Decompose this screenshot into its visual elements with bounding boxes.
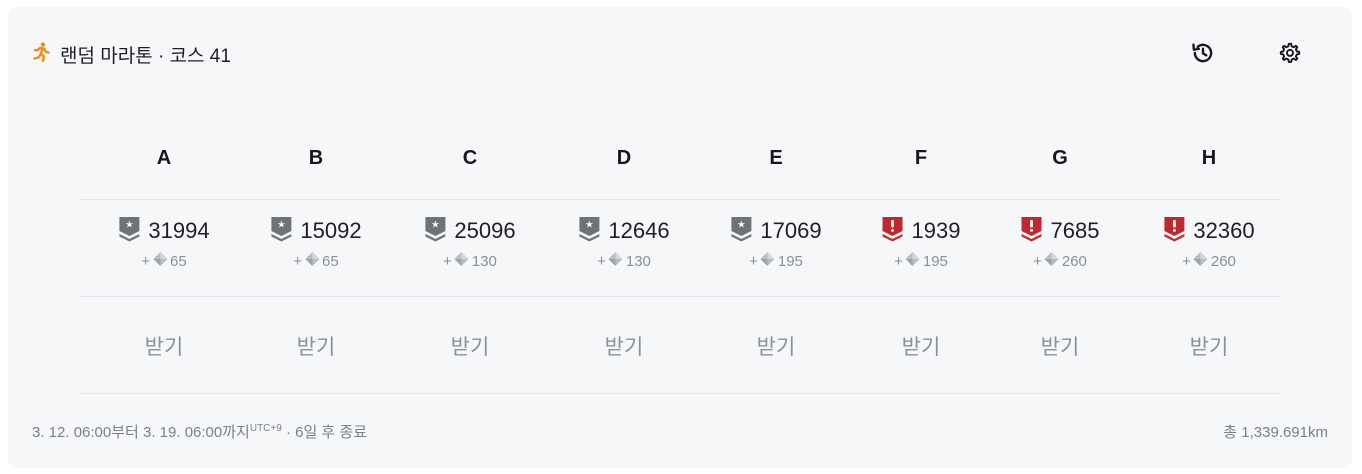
history-icon xyxy=(1190,40,1216,71)
gear-icon xyxy=(1278,41,1302,70)
column-header-row: A B C D E F G H xyxy=(80,127,1280,199)
reward-amount: 195 xyxy=(922,252,948,270)
period-text: 3. 12. 06:00부터 3. 19. 06:00까지UTC+9 · 6일 … xyxy=(32,421,367,442)
claim-row: 받기 받기 받기 받기 받기 받기 받기 받기 xyxy=(80,297,1280,393)
column-label: D xyxy=(616,147,632,169)
silver-shield-icon xyxy=(424,216,446,247)
reward: +65 xyxy=(141,251,187,271)
column-label: C xyxy=(462,147,478,169)
history-button[interactable] xyxy=(1189,41,1217,69)
reward-prefix: + xyxy=(749,252,758,270)
reward-amount: 65 xyxy=(170,252,187,270)
timezone-label: UTC+9 xyxy=(249,423,282,434)
settings-button[interactable] xyxy=(1276,41,1304,69)
value-line: 7685 xyxy=(1021,216,1100,247)
reward-amount: 195 xyxy=(777,252,803,270)
column-label: A xyxy=(156,147,172,169)
value-line: 31994 xyxy=(118,216,210,247)
reward: +260 xyxy=(1033,251,1087,271)
reward: +130 xyxy=(597,251,651,271)
divider xyxy=(80,393,1280,394)
value-line: 32360 xyxy=(1163,216,1255,247)
column-label: F xyxy=(914,147,928,169)
score-value: 17069 xyxy=(760,218,822,243)
reward-amount: 260 xyxy=(1210,252,1236,270)
reward-amount: 130 xyxy=(625,252,651,270)
marathon-card: 랜덤 마라톤 · 코스 41 A B C D E F G H 31994 +65 15092 +65… xyxy=(8,7,1352,468)
reward-prefix: + xyxy=(443,252,452,270)
reward-amount: 65 xyxy=(322,252,339,270)
value-line: 15092 xyxy=(270,216,362,247)
gem-icon xyxy=(608,251,624,271)
claim-button[interactable]: 받기 xyxy=(605,331,644,361)
total-distance: 총 1,339.691km xyxy=(1223,424,1328,441)
claim-button[interactable]: 받기 xyxy=(1190,331,1229,361)
silver-shield-icon xyxy=(270,216,292,247)
red-alert-shield-icon xyxy=(882,216,904,247)
column-label: B xyxy=(308,147,324,169)
score-value: 1939 xyxy=(911,218,961,243)
column-value: 31994 +65 xyxy=(118,216,210,271)
card-header: 랜덤 마라톤 · 코스 41 xyxy=(32,41,231,67)
column-value: 1939 +195 xyxy=(882,216,961,271)
value-row: 31994 +65 15092 +65 25096 +130 12646 +130 17069 +… xyxy=(80,200,1280,296)
red-alert-shield-icon xyxy=(1021,216,1043,247)
reward: +195 xyxy=(894,251,948,271)
silver-shield-icon xyxy=(730,216,752,247)
column-value: 17069 +195 xyxy=(730,216,822,271)
column-value: 15092 +65 xyxy=(270,216,362,271)
running-person-icon xyxy=(32,41,50,67)
reward: +65 xyxy=(293,251,339,271)
silver-shield-icon xyxy=(118,216,140,247)
reward-prefix: + xyxy=(293,252,303,270)
score-value: 15092 xyxy=(300,218,362,243)
column-label: G xyxy=(1052,147,1068,169)
value-line: 12646 xyxy=(578,216,670,247)
score-value: 7685 xyxy=(1050,218,1100,243)
claim-button[interactable]: 받기 xyxy=(902,331,941,361)
claim-button[interactable]: 받기 xyxy=(297,331,336,361)
claim-button[interactable]: 받기 xyxy=(757,331,796,361)
claim-button[interactable]: 받기 xyxy=(451,331,490,361)
reward-prefix: + xyxy=(141,252,151,270)
course-table: ABCDEFGH 31994 +65 15092 +65 25096 +130 12646 +… xyxy=(80,127,1280,394)
value-line: 17069 xyxy=(730,216,822,247)
claim-button[interactable]: 받기 xyxy=(1041,331,1080,361)
column-label: E xyxy=(769,147,783,169)
score-value: 31994 xyxy=(148,218,210,243)
score-value: 12646 xyxy=(608,218,670,243)
score-value: 32360 xyxy=(1193,218,1255,243)
silver-shield-icon xyxy=(578,216,600,247)
reward-prefix: + xyxy=(597,252,606,270)
red-alert-shield-icon xyxy=(1163,216,1185,247)
score-value: 25096 xyxy=(454,218,516,243)
gem-icon xyxy=(760,251,776,271)
gem-icon xyxy=(1193,251,1209,271)
column-label: H xyxy=(1201,147,1217,169)
column-value: 25096 +130 xyxy=(424,216,516,271)
reward-prefix: + xyxy=(1182,252,1191,270)
column-value: 32360 +260 xyxy=(1163,216,1255,271)
reward-amount: 260 xyxy=(1061,252,1087,270)
value-line: 1939 xyxy=(882,216,961,247)
gem-icon xyxy=(304,251,320,271)
value-line: 25096 xyxy=(424,216,516,247)
gem-icon xyxy=(905,251,921,271)
gem-icon xyxy=(454,251,470,271)
claim-button[interactable]: 받기 xyxy=(145,331,184,361)
column-value: 7685 +260 xyxy=(1021,216,1100,271)
reward: +260 xyxy=(1182,251,1236,271)
remaining-time: · 6일 후 종료 xyxy=(281,424,368,441)
column-value: 12646 +130 xyxy=(578,216,670,271)
reward-prefix: + xyxy=(1033,252,1042,270)
period-range: 3. 12. 06:00부터 3. 19. 06:00까지 xyxy=(32,424,250,441)
reward-prefix: + xyxy=(894,252,903,270)
reward-amount: 130 xyxy=(471,252,497,270)
reward: +130 xyxy=(443,251,497,271)
card-title: 랜덤 마라톤 · 코스 41 xyxy=(60,45,231,67)
reward: +195 xyxy=(749,251,803,271)
gem-icon xyxy=(1044,251,1060,271)
gem-icon xyxy=(152,251,168,271)
